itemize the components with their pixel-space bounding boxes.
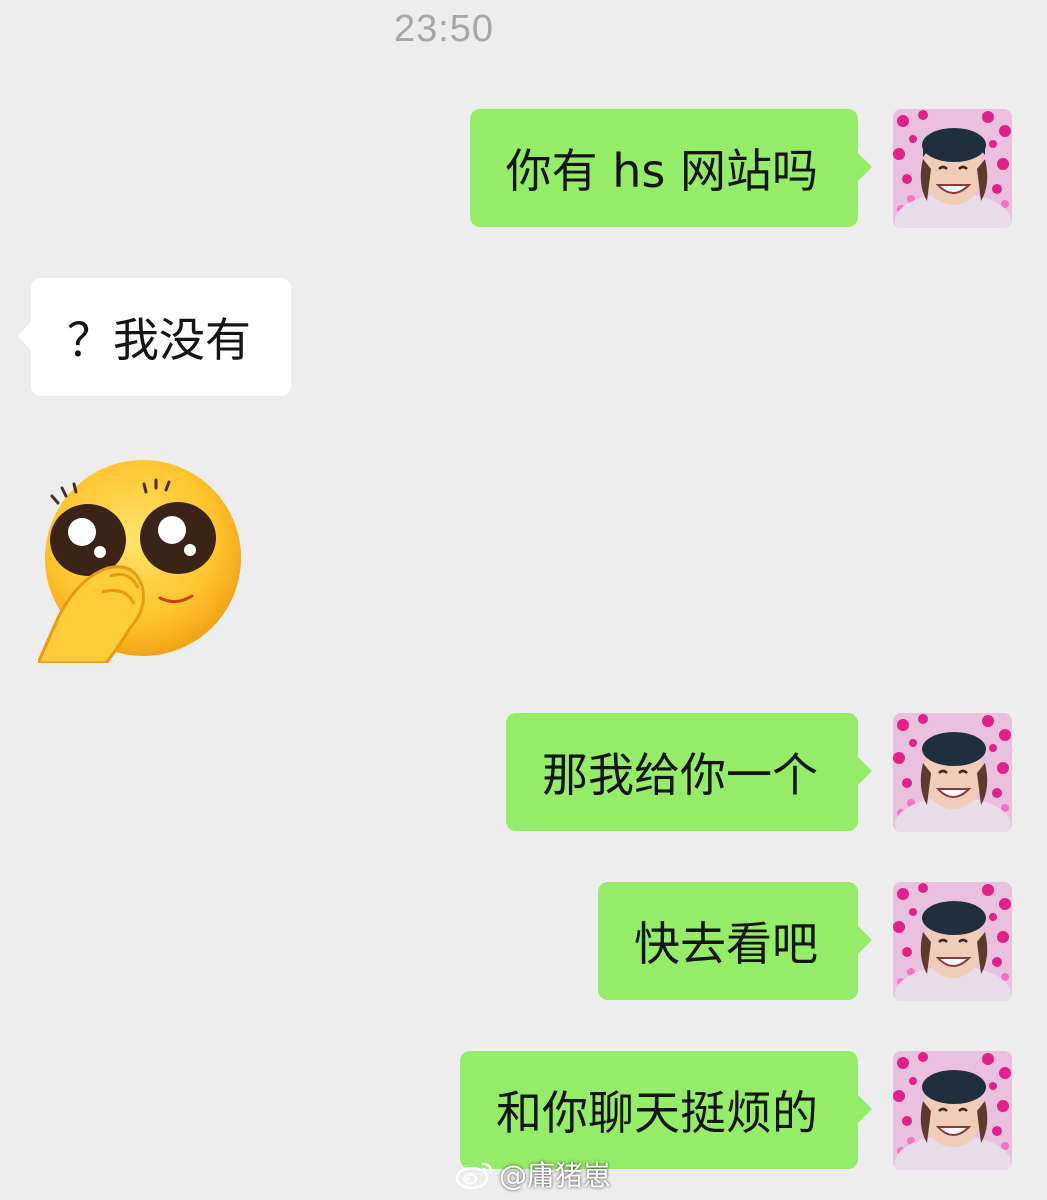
message-timestamp: 23:50 [393,8,495,50]
outgoing-message-bubble[interactable]: 快去看吧 [598,882,872,1000]
avatar-photo-icon [893,1051,1012,1170]
avatar-photo-icon [893,713,1012,832]
avatar-photo-icon [893,109,1012,228]
shy-smiling-face-icon [35,460,241,665]
shy-smiling-face-sticker[interactable] [35,458,248,665]
watermark-text: @庸猪崽 [499,1159,612,1192]
incoming-message-bubble[interactable]: ？我没有 [17,278,291,396]
user-avatar[interactable] [893,109,1012,228]
outgoing-message-bubble[interactable]: 那我给你一个 [506,713,872,831]
weibo-watermark: @庸猪崽 [455,1152,611,1196]
weibo-logo-icon [455,1162,493,1190]
user-avatar[interactable] [893,713,1012,832]
avatar-photo-icon [893,882,1012,1001]
outgoing-message-bubble[interactable]: 你有 hs 网站吗 [469,109,873,227]
user-avatar[interactable] [893,1051,1012,1170]
user-avatar[interactable] [893,882,1012,1001]
